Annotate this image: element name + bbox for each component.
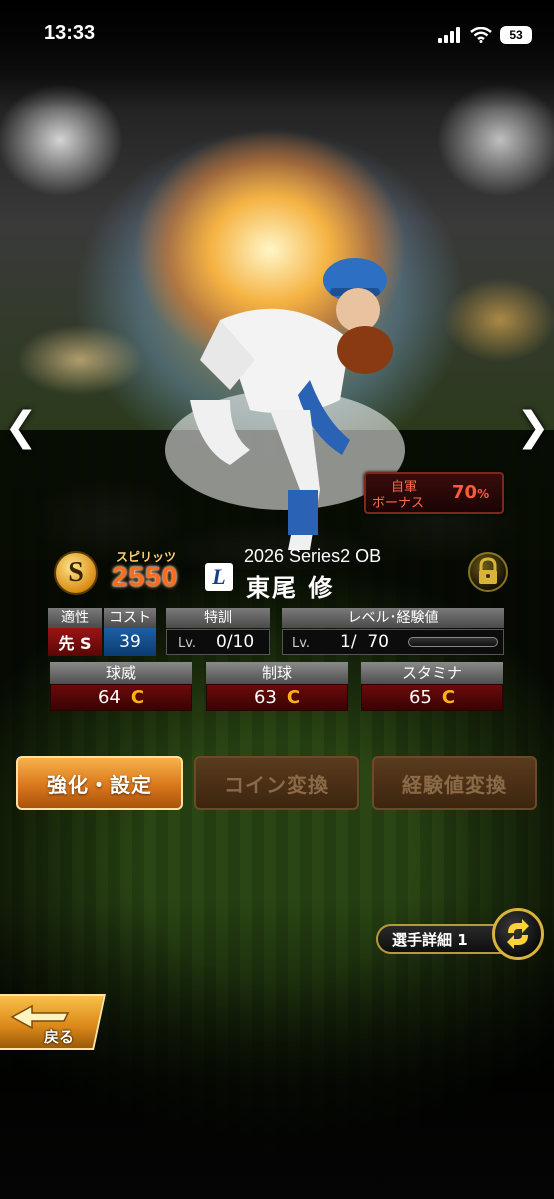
stat-grade: C xyxy=(286,687,301,708)
enhance-settings-button[interactable]: 強化・設定 xyxy=(16,756,183,810)
training-value: 0/10 xyxy=(216,632,255,652)
player-name: 東尾 修 xyxy=(246,574,335,602)
switch-detail-button[interactable] xyxy=(492,908,544,960)
player-card-screen: 13:33 53 ❮ ❯ 自軍 ボーナス 70% S スピリッツ 2550 L … xyxy=(0,0,554,1199)
team-logo-icon: L xyxy=(205,563,233,591)
lock-icon[interactable] xyxy=(468,552,508,592)
stat-number: 64 xyxy=(97,687,121,708)
stat-grade: C xyxy=(130,687,145,708)
xp-progress-bar xyxy=(408,637,498,647)
spirits-value: 2550 xyxy=(112,561,179,592)
top-fade xyxy=(0,0,554,110)
prev-player-arrow[interactable]: ❮ xyxy=(4,404,38,450)
bonus-value: 70% xyxy=(452,482,489,503)
status-icons: 53 xyxy=(438,24,532,46)
bonus-label-line2: ボーナス xyxy=(372,496,425,511)
aptitude-header: 適性 xyxy=(48,608,102,628)
spirits-icon: S xyxy=(54,551,98,595)
level-lv-prefix: Lv. xyxy=(292,636,311,651)
training-header: 特訓 xyxy=(166,608,270,628)
stat-header-velocity: 球威 xyxy=(50,662,192,684)
xp-exchange-button[interactable]: 経験値変換 xyxy=(372,756,537,810)
stat-number: 63 xyxy=(253,687,277,708)
bonus-number: 70 xyxy=(452,482,478,503)
signal-icon xyxy=(438,27,460,43)
refresh-icon xyxy=(507,919,529,949)
cost-header: コスト xyxy=(104,608,156,628)
stat-value-control: 63 C xyxy=(206,684,348,711)
player-detail-tab[interactable]: 選手詳細 1 xyxy=(376,924,504,954)
stat-grade: C xyxy=(441,687,456,708)
bonus-unit: % xyxy=(477,487,490,501)
stat-header-control: 制球 xyxy=(206,662,348,684)
stat-number: 65 xyxy=(408,687,432,708)
back-label[interactable]: 戻る xyxy=(44,1026,74,1047)
status-time: 13:33 xyxy=(44,22,96,44)
stat-value-velocity: 64 C xyxy=(50,684,192,711)
lock-glyph xyxy=(479,557,497,584)
wifi-icon xyxy=(470,27,492,43)
coin-exchange-button[interactable]: コイン変換 xyxy=(194,756,359,810)
cost-value: 39 xyxy=(104,628,156,656)
level-value: 1/ 70 xyxy=(340,632,389,652)
aptitude-value: 先 S xyxy=(48,628,102,656)
next-player-arrow[interactable]: ❯ xyxy=(516,404,550,450)
team-bonus-badge: 自軍 ボーナス 70% xyxy=(364,472,504,514)
stat-header-stamina: スタミナ xyxy=(361,662,503,684)
battery-indicator: 53 xyxy=(500,26,532,44)
level-header: レベル･経験値 xyxy=(282,608,504,628)
card-series: 2026 Series2 OB xyxy=(244,546,382,566)
training-lv-prefix: Lv. xyxy=(178,636,197,651)
stat-value-stamina: 65 C xyxy=(361,684,503,711)
